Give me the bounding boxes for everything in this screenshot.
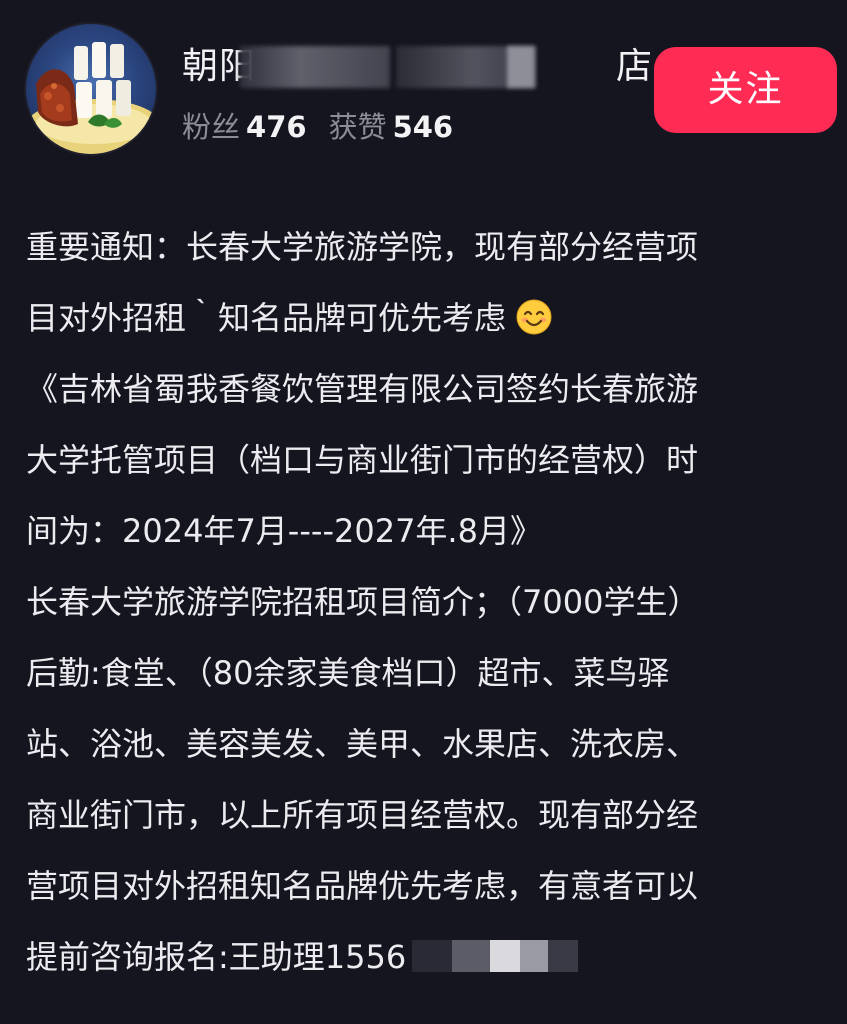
description-line: 站、浴池、美容美发、美甲、水果店、洗衣房、 <box>26 725 699 763</box>
description-line: 大学托管项目（档口与商业街门市的经营权）时 <box>26 441 699 479</box>
redaction-blur <box>240 46 390 88</box>
description-line: 《吉林省蜀我香餐饮管理有限公司签约长春旅游 <box>26 370 699 408</box>
likes-count: 546 <box>392 110 454 144</box>
likes-label: 获赞 <box>328 110 387 144</box>
profile-stats: 粉丝 476 获赞 546 <box>182 105 475 149</box>
description-line: 商业街门市，以上所有项目经营权。现有部分经 <box>26 796 699 834</box>
description-line: 目对外招租｀知名品牌可优先考虑 <box>26 283 826 354</box>
shop-name-suffix: 店 <box>616 46 654 87</box>
description-line-text: 目对外招租｀知名品牌可优先考虑 <box>26 299 507 337</box>
followers-count: 476 <box>246 110 307 144</box>
description-line: 重要通知：长春大学旅游学院，现有部分经营项 <box>26 228 699 266</box>
shop-name-area[interactable]: 朝阳店 <box>182 40 652 94</box>
food-photo-icon <box>26 42 156 154</box>
follow-button[interactable]: 关注 <box>654 47 837 133</box>
description-line: 长春大学旅游学院招租项目简介；（7000学生） <box>26 583 700 621</box>
redaction-blur <box>507 46 535 88</box>
description-line: 后勤:食堂、（80余家美食档口）超市、菜鸟驿 <box>26 654 670 692</box>
description-line: 营项目对外招租知名品牌优先考虑，有意者可以 <box>26 867 699 905</box>
contact-text: 提前咨询报名:王助理1556 <box>26 938 407 976</box>
post-description: 重要通知：长春大学旅游学院，现有部分经营项 目对外招租｀知名品牌可优先考虑 《吉… <box>26 212 826 993</box>
followers-label: 粉丝 <box>182 110 241 144</box>
redacted-phone <box>412 936 582 976</box>
smiling-face-icon <box>516 299 552 335</box>
description-line: 提前咨询报名:王助理1556 <box>26 922 826 993</box>
profile-header: 朝阳店 粉丝 476 获赞 546 关注 <box>0 0 847 175</box>
description-line: 间为：2024年7月----2027年.8月》 <box>26 512 542 550</box>
shop-avatar[interactable] <box>26 24 156 154</box>
